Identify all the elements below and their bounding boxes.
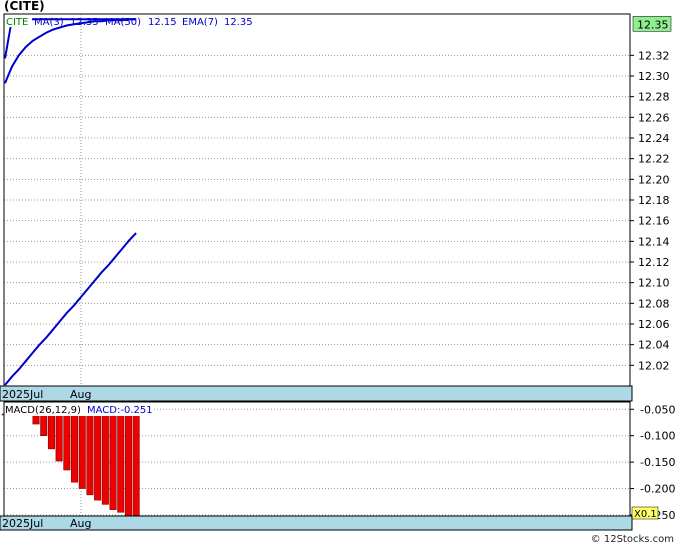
price-y-tick-label: 12.24 <box>638 132 670 145</box>
macd-x-axis-band: 2025Jul Aug <box>0 515 633 531</box>
price-x-axis-band: 2025Jul Aug <box>0 385 633 402</box>
macd-bar <box>109 413 117 510</box>
legend-item: MA(50) <box>105 17 141 28</box>
macd-y-tick-label: -0.050 <box>640 403 675 416</box>
price-y-tick-label: 12.28 <box>638 91 670 104</box>
price-y-tick-label: 12.22 <box>638 153 670 166</box>
legend-item: EMA(7) <box>182 17 218 28</box>
legend-item: MA(3) <box>34 17 64 28</box>
price-y-tick-label: 12.12 <box>638 256 670 269</box>
macd-bar <box>55 413 63 462</box>
price-y-tick-label: 12.30 <box>638 70 670 83</box>
macd-bars <box>1 413 140 517</box>
macd-bar <box>86 413 94 496</box>
price-legend: CITE MA(3) 12.35 MA(50) 12.15 EMA(7) 12.35 <box>4 14 253 28</box>
price-y-tick-label: 12.14 <box>638 235 670 248</box>
price-axis: 12.02 12.04 12.06 12.08 12.10 12.12 12.14 12.16… <box>630 16 672 372</box>
price-gridlines <box>4 14 630 386</box>
price-y-tick-label: 12.02 <box>638 359 670 372</box>
watermark: © 12Stocks.com <box>590 534 674 545</box>
macd-bar <box>78 413 86 489</box>
macd-bar <box>132 413 140 516</box>
last-price-label: 12.35 <box>637 18 669 31</box>
macd-bar <box>124 413 132 517</box>
price-y-tick-label: 12.16 <box>638 215 670 228</box>
series-ma-50- <box>4 232 137 386</box>
legend-item: 12.15 <box>148 17 177 28</box>
macd-legend: MACD(26,12,9) MACD:-0.251 <box>4 404 153 416</box>
macd-scale-label: X0.1 <box>634 509 657 520</box>
macd-x-label-jul: 2025Jul <box>2 517 43 530</box>
macd-bar <box>117 413 125 513</box>
macd-x-label-aug: Aug <box>70 517 91 530</box>
price-series <box>4 18 137 386</box>
price-y-tick-label: 12.10 <box>638 277 670 290</box>
macd-legend-label: MACD(26,12,9) <box>5 405 81 416</box>
macd-y-tick-label: -0.150 <box>640 456 675 469</box>
legend-item: 12.35 <box>224 17 253 28</box>
macd-y-tick-label: -0.200 <box>640 483 675 496</box>
legend-ticker: CITE <box>6 17 28 28</box>
price-y-tick-label: 12.26 <box>638 111 670 124</box>
price-x-band <box>0 385 633 402</box>
price-y-tick-label: 12.32 <box>638 49 670 62</box>
macd-x-band <box>0 515 633 531</box>
price-y-tick-label: 12.04 <box>638 339 670 352</box>
price-y-tick-label: 12.18 <box>638 194 670 207</box>
price-x-label-aug: Aug <box>70 388 91 401</box>
legend-item: 12.35 <box>70 17 99 28</box>
price-y-tick-label: 12.20 <box>638 173 670 186</box>
price-y-tick-label: 12.06 <box>638 318 670 331</box>
macd-axis: -0.050-0.100-0.150-0.200-0.250X0.1 <box>630 403 675 522</box>
macd-y-tick-label: -0.100 <box>640 430 675 443</box>
macd-bar <box>63 413 71 471</box>
macd-bar <box>40 413 48 436</box>
price-x-label-jul: 2025Jul <box>2 388 43 401</box>
series-ema-7- <box>4 18 137 84</box>
macd-legend-value: MACD:-0.251 <box>87 405 153 416</box>
chart-canvas: 12.02 12.04 12.06 12.08 12.10 12.12 12.14 12.16… <box>0 13 675 531</box>
macd-bar <box>101 413 109 505</box>
macd-bar <box>71 413 79 483</box>
macd-bar <box>47 413 55 450</box>
macd-bar <box>94 413 102 501</box>
price-y-tick-label: 12.08 <box>638 297 670 310</box>
